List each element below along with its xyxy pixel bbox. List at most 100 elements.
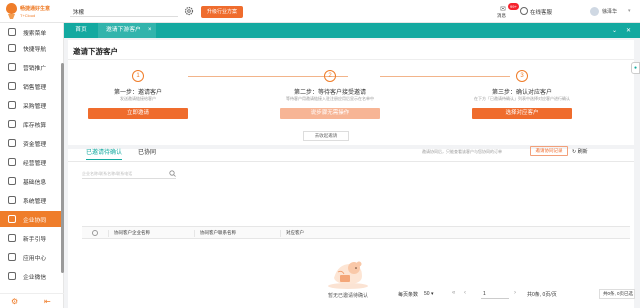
sidebar-item-label: 销售管理: [23, 85, 47, 91]
upgrade-button[interactable]: 升级行业方案: [201, 6, 243, 18]
invite-record-button[interactable]: 邀请协同记录: [530, 146, 568, 156]
refresh-button[interactable]: ↻ 刷新: [572, 148, 588, 155]
account-select[interactable]: 沐檬 ▾: [70, 6, 178, 17]
logo-icon: [6, 3, 17, 19]
guide-icon: [8, 234, 16, 242]
user-name: 徐泽华: [602, 9, 618, 15]
sidebar-item-label: 库存核算: [23, 123, 47, 129]
sidebar-item-label: 搜索菜单: [23, 31, 47, 37]
step-title: 第三步：确认对应客户: [491, 90, 552, 96]
link-icon: [8, 215, 16, 223]
step-description: 在下方「已邀请待确认」列表中选择对应客户进行确认: [474, 96, 570, 101]
star-icon: [8, 44, 16, 52]
collapse-invite-button[interactable]: 去收起邀请: [303, 131, 349, 141]
sidebar-item-label: 企业协同: [23, 218, 47, 224]
main-content: 邀请下游客户 1 第一步：邀请客户 发送邀请链接给客户 立即邀请 2 第二步：等…: [68, 40, 634, 308]
brand-title: 畅捷通好生意: [20, 6, 51, 12]
megaphone-icon: [8, 63, 16, 71]
sidebar-item-app-center[interactable]: 应用中心: [0, 249, 64, 265]
sidebar-item-guide[interactable]: 新手引导: [0, 230, 64, 246]
search-input[interactable]: 企业名称/联系名称/联系电话: [82, 170, 176, 179]
chevron-down-icon: ▾: [628, 8, 631, 14]
per-page-value: 50: [424, 291, 430, 297]
column-separator: [108, 230, 109, 237]
bag-icon: [8, 101, 16, 109]
avatar: [590, 7, 599, 16]
user-menu[interactable]: 徐泽华 ▾: [590, 6, 640, 18]
sidebar-item-wechat[interactable]: 企业微信: [0, 268, 64, 284]
chart-icon: [8, 158, 16, 166]
sidebar-item-label: 采购管理: [23, 104, 47, 110]
sidebar: 搜索菜单 快捷导航 营销推广 销售管理 采购管理 库存核算 资金管理 经营管理 …: [0, 23, 64, 308]
messages-label: 消息: [497, 13, 506, 18]
sidebar-item-sales[interactable]: 销售管理: [0, 78, 64, 94]
sidebar-item-operations[interactable]: 经营管理: [0, 154, 64, 170]
service-label: 在线客服: [530, 10, 553, 16]
search-placeholder: 企业名称/联系名称/联系电话: [82, 171, 133, 176]
sidebar-item-label: 基础信息: [23, 180, 47, 186]
tab-home[interactable]: 首页: [68, 23, 94, 38]
hint-text: 邀请协同后，只能查看该客户与您协同的订单: [422, 149, 502, 154]
column-header: 对应客户: [286, 230, 304, 235]
sidebar-item-label: 新手引导: [23, 237, 47, 243]
tab-label: 邀请下游客户: [106, 27, 141, 33]
sidebar-item-collaboration[interactable]: 企业协同: [0, 211, 64, 227]
sidebar-item-label: 企业微信: [23, 275, 47, 281]
table-header: 协同客户企业名称 协同客户联系名称 对应客户: [82, 226, 630, 239]
step-number: 2: [324, 70, 336, 82]
database-icon: [8, 177, 16, 185]
no-action-button: 说步骤无需操作: [280, 108, 380, 119]
per-page-select[interactable]: 50 ▾: [424, 289, 444, 299]
total-count: 共0条, 0页/页: [527, 292, 557, 298]
grid-icon: [8, 253, 16, 261]
select-customer-button[interactable]: 选择对应客户: [472, 108, 572, 119]
column-header: 协同客户联系名称: [200, 230, 236, 235]
sidebar-item-label: 资金管理: [23, 142, 47, 148]
step-3: 3 第三步：确认对应客户 在下方「已邀请待确认」列表中选择对应客户进行确认 选择…: [472, 70, 572, 130]
invite-now-button[interactable]: 立即邀请: [88, 108, 188, 119]
sidebar-item-label: 系统管理: [23, 199, 47, 205]
gear-icon[interactable]: [184, 6, 194, 16]
sidebar-item-label: 快捷导航: [23, 47, 47, 53]
close-all-icon[interactable]: ✕: [626, 27, 631, 34]
search-icon: [8, 28, 16, 36]
step-number: 1: [132, 70, 144, 82]
empty-state-illustration: [328, 261, 368, 289]
column-header: 协同客户企业名称: [114, 230, 150, 235]
page-number-input[interactable]: 1: [481, 289, 509, 299]
sidebar-item-purchase[interactable]: 采购管理: [0, 97, 64, 113]
selected-count-select[interactable]: 共0条, 0页已选: [599, 289, 635, 299]
step-title: 第二步：等待客户接受邀请: [293, 90, 366, 96]
tab-invite-customers[interactable]: 邀请下游客户 ×: [98, 23, 156, 38]
step-1: 1 第一步：邀请客户 发送邀请链接给客户 立即邀请: [88, 70, 188, 130]
top-bar: 畅捷通好生意 T+Cloud 沐檬 ▾ 升级行业方案 ✉ 消息 99+ 在线客服…: [0, 0, 640, 23]
next-page-icon[interactable]: ›: [514, 290, 516, 296]
online-service-button[interactable]: 在线客服: [520, 7, 560, 17]
brand-subtitle: T+Cloud: [20, 13, 36, 18]
sidebar-item-system[interactable]: 系统管理: [0, 192, 64, 208]
column-separator: [194, 230, 195, 237]
first-page-icon[interactable]: «: [452, 290, 455, 296]
sidebar-item-funds[interactable]: 资金管理: [0, 135, 64, 151]
tab-collaborated[interactable]: 已协同: [138, 146, 156, 160]
sidebar-item-marketing[interactable]: 营销推广: [0, 59, 64, 75]
select-all-checkbox[interactable]: [92, 230, 98, 236]
chevron-down-icon: ▾: [430, 291, 434, 297]
wallet-icon: [8, 139, 16, 147]
step-description: 等待客户用邀请链接入驻注册应用后显示在名单中: [286, 96, 374, 101]
tab-pending-confirm[interactable]: 已邀请待确认: [86, 146, 123, 160]
gear-icon: [8, 196, 16, 204]
sidebar-item-quick-nav[interactable]: 快捷导航: [0, 40, 64, 56]
sidebar-item-search[interactable]: 搜索菜单: [0, 24, 64, 40]
sidebar-item-basic-info[interactable]: 基础信息: [0, 173, 64, 189]
logo[interactable]: 畅捷通好生意 T+Cloud: [5, 2, 65, 21]
sidebar-scrollbar[interactable]: [61, 63, 64, 273]
side-panel-toggle[interactable]: ●: [631, 62, 640, 74]
chevron-down-icon: ▾: [73, 8, 76, 14]
chevron-down-icon[interactable]: ⌄: [612, 27, 617, 34]
search-icon[interactable]: [169, 170, 176, 177]
prev-page-icon[interactable]: ‹: [464, 290, 466, 296]
sidebar-item-inventory[interactable]: 库存核算: [0, 116, 64, 132]
close-icon[interactable]: ×: [148, 23, 152, 38]
wechat-icon: [8, 272, 16, 280]
